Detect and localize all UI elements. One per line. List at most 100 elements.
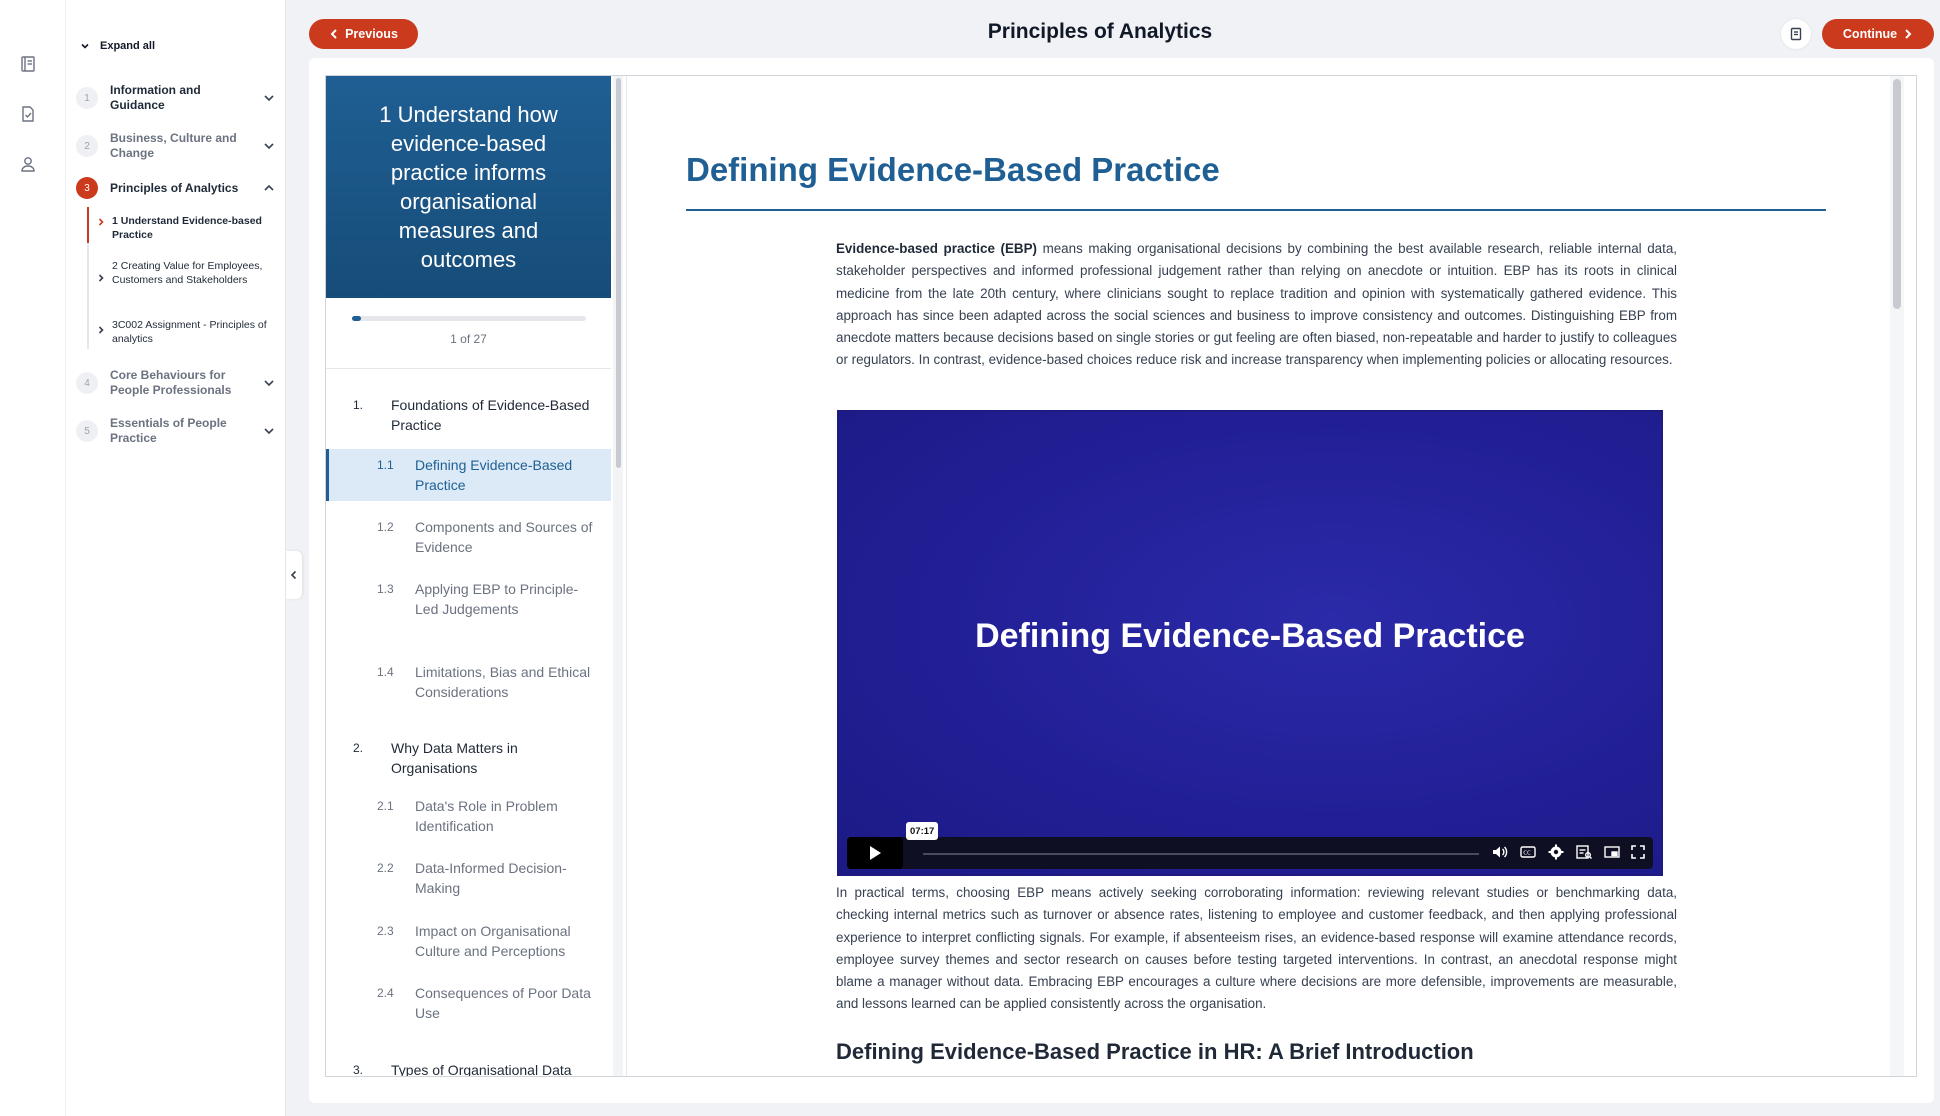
lesson-section-2[interactable]: 2. Why Data Matters in Organisations <box>353 738 603 778</box>
item-number: 2.1 <box>377 799 394 813</box>
notebook-icon <box>1790 27 1802 41</box>
item-number: 1.2 <box>377 520 394 534</box>
lesson-item-1-3[interactable]: 1.3 Applying EBP to Principle-Led Judgem… <box>326 579 611 619</box>
item-title: Data-Informed Decision-Making <box>415 860 567 896</box>
chevron-right-icon <box>98 218 104 226</box>
article-subheading: Defining Evidence-Based Practice in HR: … <box>836 1039 1474 1064</box>
divider <box>326 368 611 369</box>
module-item-1[interactable]: 1 Information and Guidance <box>76 83 276 113</box>
lesson-item-2-4[interactable]: 2.4 Consequences of Poor Data Use <box>326 983 611 1023</box>
item-title: Defining Evidence-Based Practice <box>415 457 573 493</box>
chevron-down-icon <box>81 43 89 49</box>
item-title: Limitations, Bias and Ethical Considerat… <box>415 664 591 700</box>
lesson-item-1-2[interactable]: 1.2 Components and Sources of Evidence <box>326 517 611 557</box>
subitem-2[interactable]: 2 Creating Value for Employees, Customer… <box>96 259 276 287</box>
module-item-4[interactable]: 4 Core Behaviours for People Professiona… <box>76 368 276 398</box>
item-number: 2.4 <box>377 986 394 1000</box>
lesson-section-3[interactable]: 3. Types of Organisational Data <box>353 1060 603 1077</box>
previous-label: Previous <box>345 27 398 41</box>
article-paragraph-2: In practical terms, choosing EBP means a… <box>836 885 1677 1012</box>
video-time-tooltip: 07:17 <box>906 822 939 840</box>
play-icon <box>870 846 881 860</box>
video-timeline[interactable] <box>923 853 1479 855</box>
chevron-right-icon <box>98 274 104 282</box>
collapse-sidebar-button[interactable] <box>286 551 302 599</box>
document-check-icon[interactable] <box>19 105 37 123</box>
lesson-nav-scrollbar-thumb[interactable] <box>616 78 621 468</box>
item-number: 2.3 <box>377 924 394 938</box>
module-title: Information and Guidance <box>110 83 201 112</box>
continue-button[interactable]: Continue <box>1822 19 1934 49</box>
continue-label: Continue <box>1842 27 1898 41</box>
lesson-navigation: 1 Understand how evidence-based practice… <box>326 76 611 1077</box>
icon-rail <box>0 0 66 1116</box>
lesson-item-1-4[interactable]: 1.4 Limitations, Bias and Ethical Consid… <box>326 662 611 702</box>
chevron-down-icon[interactable] <box>262 139 276 153</box>
item-title: Impact on Organisational Culture and Per… <box>415 923 571 959</box>
settings-gear-icon[interactable] <box>1547 843 1565 861</box>
module-title: Business, Culture and Change <box>110 131 237 160</box>
chevron-up-icon[interactable] <box>262 181 276 195</box>
item-title: Components and Sources of Evidence <box>415 519 593 555</box>
module-number: 5 <box>76 420 98 442</box>
item-number: 1.4 <box>377 665 394 679</box>
module-title: Essentials of People Practice <box>110 416 227 445</box>
section-number: 2. <box>353 741 364 755</box>
expand-all-button[interactable]: Expand all <box>80 40 155 52</box>
lesson-section-1[interactable]: 1. Foundations of Evidence-Based Practic… <box>353 395 603 435</box>
user-icon[interactable] <box>19 155 37 173</box>
subitem-title: 2 Creating Value for Employees, Customer… <box>112 260 263 286</box>
lesson-progress-bar <box>352 316 586 321</box>
module-number: 3 <box>76 177 98 199</box>
section-title: Why Data Matters in Organisations <box>391 740 518 776</box>
subitem-track-active <box>87 207 89 243</box>
chevron-down-icon[interactable] <box>262 376 276 390</box>
volume-icon[interactable] <box>1491 843 1509 861</box>
article-content: Defining Evidence-Based Practice Evidenc… <box>627 76 1887 1076</box>
chevron-down-icon[interactable] <box>262 424 276 438</box>
ebp-term: Evidence-based practice (EBP) <box>836 241 1037 256</box>
section-title: Types of Organisational Data <box>391 1062 572 1077</box>
subitem-title: 1 Understand Evidence-based Practice <box>112 215 262 241</box>
module-title: Core Behaviours for People Professionals <box>110 368 232 397</box>
section-number: 1. <box>353 398 364 412</box>
module-number: 2 <box>76 135 98 157</box>
lesson-progress-text: 1 of 27 <box>450 332 487 346</box>
item-title: Data's Role in Problem Identification <box>415 798 558 834</box>
previous-button[interactable]: Previous <box>309 19 418 49</box>
article-scrollbar-thumb[interactable] <box>1893 79 1901 309</box>
lesson-item-2-3[interactable]: 2.3 Impact on Organisational Culture and… <box>326 921 611 961</box>
module-number: 1 <box>76 87 98 109</box>
chevron-right-icon <box>98 326 104 334</box>
chevron-right-icon <box>1905 29 1912 39</box>
chevron-down-icon[interactable] <box>262 91 276 105</box>
notes-button[interactable] <box>1781 19 1811 49</box>
lesson-item-2-2[interactable]: 2.2 Data-Informed Decision-Making <box>326 858 611 898</box>
play-button[interactable] <box>847 837 903 869</box>
article-title: Defining Evidence-Based Practice <box>686 151 1220 188</box>
module-item-5[interactable]: 5 Essentials of People Practice <box>76 416 276 446</box>
subitem-title: 3C002 Assignment - Principles of analyti… <box>112 319 267 345</box>
lesson-heading: 1 Understand how evidence-based practice… <box>326 76 611 298</box>
video-player[interactable]: Defining Evidence-Based Practice 07:17 C… <box>837 410 1663 876</box>
svg-text:CC: CC <box>1523 851 1531 857</box>
module-number: 4 <box>76 372 98 394</box>
lesson-item-1-1[interactable]: 1.1 Defining Evidence-Based Practice <box>326 449 611 501</box>
section-number: 3. <box>353 1063 364 1077</box>
title-rule <box>686 209 1826 211</box>
paragraph-text: means making organisational decisions by… <box>836 241 1678 368</box>
page-title: Principles of Analytics <box>987 20 1213 43</box>
captions-icon[interactable]: CC <box>1519 843 1537 861</box>
fullscreen-icon[interactable] <box>1629 843 1647 861</box>
module-item-2[interactable]: 2 Business, Culture and Change <box>76 131 276 161</box>
picture-in-picture-icon[interactable] <box>1603 843 1621 861</box>
module-item-3[interactable]: 3 Principles of Analytics <box>76 177 276 199</box>
subitem-1[interactable]: 1 Understand Evidence-based Practice <box>96 214 276 242</box>
lesson-item-2-1[interactable]: 2.1 Data's Role in Problem Identificatio… <box>326 796 611 836</box>
subitem-3[interactable]: 3C002 Assignment - Principles of analyti… <box>96 318 276 346</box>
module-title: Principles of Analytics <box>110 180 239 195</box>
transcript-icon[interactable] <box>1575 843 1593 861</box>
chevron-left-icon <box>290 570 297 580</box>
book-icon[interactable] <box>19 55 37 73</box>
course-outline: Expand all 1 Information and Guidance 2 … <box>66 0 286 1116</box>
